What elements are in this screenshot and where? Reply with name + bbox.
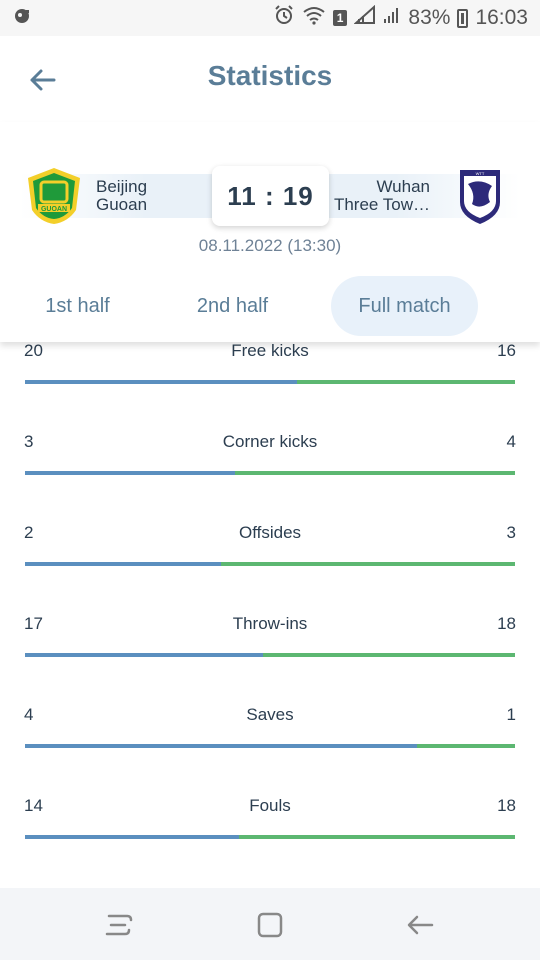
stat-bar-away xyxy=(221,562,515,566)
tab-full-match[interactable]: Full match xyxy=(331,276,478,336)
stat-away-value: 18 xyxy=(497,796,516,815)
battery-icon xyxy=(457,8,469,28)
recents-button[interactable] xyxy=(99,908,139,942)
stat-row: 20 Free kicks 16 xyxy=(0,342,540,433)
away-logo-text: WTT xyxy=(476,171,485,176)
away-team-name-line1: Wuhan xyxy=(376,177,430,196)
nav-back-button[interactable] xyxy=(400,908,440,942)
stat-bar-away xyxy=(297,380,515,384)
signal-icon-2 xyxy=(383,5,401,31)
stat-bar-away xyxy=(263,653,515,657)
stat-row: 2 Offsides 3 xyxy=(0,524,540,615)
home-team-logo: GUOAN xyxy=(24,166,84,226)
stat-bar xyxy=(25,380,515,384)
sim-badge: 1 xyxy=(332,10,348,26)
stat-label: Fouls xyxy=(249,796,291,815)
tab-1st-half[interactable]: 1st half xyxy=(20,276,135,336)
match-summary: GUOAN Beijing Guoan 11 : 19 WTT Wuhan Th… xyxy=(0,122,540,342)
home-team-name: Beijing Guoan xyxy=(96,178,147,214)
stat-bar xyxy=(25,744,515,748)
status-bar: 1 83% 16:03 xyxy=(0,0,540,36)
stat-bar-home xyxy=(25,380,298,384)
stat-label: Saves xyxy=(246,705,294,724)
home-team-name-line1: Beijing xyxy=(96,177,148,196)
away-team[interactable]: WTT Wuhan Three Tow… xyxy=(334,166,510,226)
notification-icon xyxy=(12,6,32,31)
stat-row: 4 Saves 1 xyxy=(0,706,540,797)
stat-away-value: 16 xyxy=(497,342,516,360)
stat-row: 3 Corner kicks 4 xyxy=(0,433,540,524)
stat-label: Corner kicks xyxy=(222,432,318,451)
stat-row: 14 Fouls 18 xyxy=(0,797,540,888)
stat-bar-home xyxy=(25,653,263,657)
recents-icon xyxy=(105,914,133,936)
stat-bar-away xyxy=(239,835,515,839)
stat-away-value: 18 xyxy=(497,614,516,633)
stat-bar-home xyxy=(25,471,235,475)
stat-label: Offsides xyxy=(238,523,302,542)
alarm-icon xyxy=(273,4,295,32)
app-header: Statistics xyxy=(0,36,540,122)
stat-bar-home xyxy=(25,835,240,839)
away-team-name-line2: Three Tow… xyxy=(333,195,430,214)
clock-time: 16:03 xyxy=(475,6,528,29)
stat-bar xyxy=(25,835,515,839)
stat-label: Free kicks xyxy=(231,342,309,360)
home-team-name-line2: Guoan xyxy=(96,195,148,214)
period-tabs: 1st half 2nd half Full match xyxy=(20,276,520,336)
stat-bar-home xyxy=(25,562,221,566)
away-team-name: Wuhan Three Tow… xyxy=(334,178,430,214)
home-team[interactable]: GUOAN Beijing Guoan xyxy=(24,166,147,226)
stat-bar-away xyxy=(417,744,515,748)
wifi-icon xyxy=(302,5,326,31)
stats-list[interactable]: 20 Free kicks 16 3 Corner kicks 4 2 Offs… xyxy=(0,342,540,888)
stat-bar-away xyxy=(235,471,515,475)
page-title: Statistics xyxy=(207,60,333,91)
tab-2nd-half[interactable]: 2nd half xyxy=(175,276,290,336)
stat-bar xyxy=(25,653,515,657)
home-button[interactable] xyxy=(250,908,290,942)
stat-row: 17 Throw-ins 18 xyxy=(0,615,540,706)
navigation-bar xyxy=(0,888,540,960)
stat-bar-home xyxy=(25,744,417,748)
signal-icon xyxy=(353,4,376,31)
stat-away-value: 4 xyxy=(506,432,516,451)
stat-away-value: 3 xyxy=(506,523,516,542)
away-team-logo: WTT xyxy=(450,166,510,226)
score: 11 : 19 xyxy=(212,166,329,226)
stat-label: Throw-ins xyxy=(232,614,308,633)
stat-away-value: 1 xyxy=(506,705,516,724)
home-icon xyxy=(257,912,283,938)
home-logo-text: GUOAN xyxy=(41,206,67,213)
match-date: 08.11.2022 (13:30) xyxy=(198,236,342,255)
battery-percent: 83% xyxy=(408,6,451,29)
stat-bar xyxy=(25,562,515,566)
stat-bar xyxy=(25,471,515,475)
back-icon xyxy=(407,915,434,935)
